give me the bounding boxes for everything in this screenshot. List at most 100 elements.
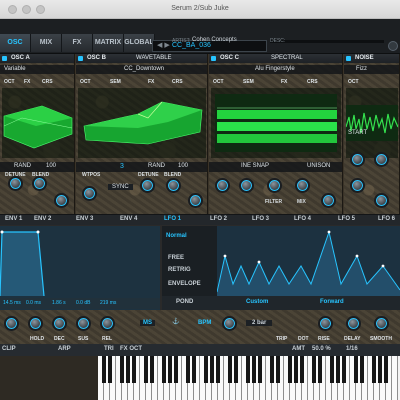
osc-a-detune-knob[interactable]: [8, 176, 23, 191]
tab-lfo-3[interactable]: LFO 3: [252, 216, 269, 225]
lfo-rate-value[interactable]: 2 bar: [246, 320, 273, 326]
piano-black-key[interactable]: [150, 356, 154, 383]
env-release-knob[interactable]: [100, 316, 115, 331]
piano-black-key[interactable]: [186, 356, 190, 383]
osc-b-oct[interactable]: OCT: [80, 79, 91, 85]
piano-black-key[interactable]: [162, 356, 166, 383]
lfo-rate-knob[interactable]: [222, 316, 237, 331]
lfo-delay-knob[interactable]: [346, 316, 361, 331]
piano-black-key[interactable]: [126, 356, 130, 383]
osc-a-oct[interactable]: OCT: [4, 79, 15, 85]
lfo-envelope-toggle[interactable]: ENVELOPE: [168, 281, 201, 287]
piano-black-key[interactable]: [174, 356, 178, 383]
noise-type-name[interactable]: Fizz: [356, 66, 367, 72]
lfo-bpm-toggle[interactable]: BPM: [198, 320, 211, 326]
env-hold-knob[interactable]: [28, 316, 43, 331]
osc-a-crs[interactable]: CRS: [42, 79, 53, 85]
env-ms-toggle[interactable]: MS: [140, 320, 155, 326]
tab-env-4[interactable]: ENV 4: [120, 216, 137, 225]
env-decay-value[interactable]: 1.86 s: [52, 300, 66, 306]
piano-black-key[interactable]: [276, 356, 280, 383]
preset-nav-arrows[interactable]: ◀ ▶: [157, 41, 170, 49]
tab-env-3[interactable]: ENV 3: [76, 216, 93, 225]
osc-c-oct[interactable]: OCT: [213, 79, 224, 85]
lfo-dot-label[interactable]: DOT: [298, 336, 309, 342]
piano-black-key[interactable]: [330, 356, 334, 383]
osc-c-res-knob[interactable]: [239, 178, 254, 193]
piano-black-key[interactable]: [252, 356, 256, 383]
osc-b-type[interactable]: WAVETABLE: [136, 55, 172, 61]
piano-black-key[interactable]: [204, 356, 208, 383]
osc-c-power-toggle[interactable]: [211, 56, 216, 61]
piano-black-key[interactable]: [378, 356, 382, 383]
tab-fx[interactable]: FX: [62, 34, 93, 52]
osc-b-table-name[interactable]: CC_Downtown: [124, 66, 164, 72]
ratio-value[interactable]: 1/16: [346, 346, 358, 352]
osc-b-sync-toggle[interactable]: SYNC: [108, 184, 133, 190]
lfo-smooth-knob[interactable]: [374, 316, 389, 331]
piano-black-key[interactable]: [270, 356, 274, 383]
piano-black-key[interactable]: [192, 356, 196, 383]
osc-b-rand-value[interactable]: 100: [178, 163, 188, 169]
osc-b-blend-knob[interactable]: [166, 178, 181, 193]
osc-c-snap-label[interactable]: INE SNAP: [241, 163, 269, 169]
osc-b-detune-knob[interactable]: [140, 178, 155, 193]
tab-lfo-5[interactable]: LFO 5: [338, 216, 355, 225]
noise-pan-knob[interactable]: [350, 178, 365, 193]
master-volume-bar[interactable]: [270, 40, 384, 43]
env-attack-knob[interactable]: [4, 316, 19, 331]
piano-black-key[interactable]: [384, 356, 388, 383]
tab-lfo-6[interactable]: LFO 6: [378, 216, 395, 225]
env-sustain-value[interactable]: 0.0 dB: [76, 300, 90, 306]
piano-black-key[interactable]: [168, 356, 172, 383]
piano-black-key[interactable]: [234, 356, 238, 383]
osc-b-power-toggle[interactable]: [78, 56, 83, 61]
osc-c-fx[interactable]: FX: [281, 79, 287, 85]
piano-black-key[interactable]: [372, 356, 376, 383]
osc-c-unison-label[interactable]: UNISON: [307, 163, 330, 169]
lfo-free-toggle[interactable]: FREE: [168, 255, 184, 261]
tab-lfo-2[interactable]: LFO 2: [210, 216, 227, 225]
osc-b-crs[interactable]: CRS: [172, 79, 183, 85]
osc-b-wtpos-knob[interactable]: [82, 186, 97, 201]
env-hold-value[interactable]: 0.0 ms: [26, 300, 41, 306]
osc-c-crs[interactable]: CRS: [307, 79, 318, 85]
piano-black-key[interactable]: [300, 356, 304, 383]
tab-matrix[interactable]: MATRIX: [93, 34, 124, 52]
piano-black-key[interactable]: [288, 356, 292, 383]
osc-b-sem[interactable]: SEM: [110, 79, 121, 85]
piano-black-key[interactable]: [360, 356, 364, 383]
env-decay-point[interactable]: [36, 230, 40, 234]
noise-level-knob[interactable]: [374, 193, 389, 208]
osc-c-cut-knob[interactable]: [215, 178, 230, 193]
noise-oct[interactable]: OCT: [348, 79, 359, 85]
piano-black-key[interactable]: [294, 356, 298, 383]
piano-black-key[interactable]: [102, 356, 106, 383]
tab-mix[interactable]: MIX: [31, 34, 62, 52]
lfo-direction-dropdown[interactable]: Forward: [320, 299, 344, 305]
piano-black-key[interactable]: [210, 356, 214, 383]
amount-value[interactable]: 50.0 %: [312, 346, 331, 352]
env-decay-knob[interactable]: [52, 316, 67, 331]
piano-black-key[interactable]: [144, 356, 148, 383]
piano-black-key[interactable]: [246, 356, 250, 383]
osc-b-unison-value[interactable]: 3: [120, 163, 124, 170]
piano-black-key[interactable]: [120, 356, 124, 383]
piano-black-key[interactable]: [216, 356, 220, 383]
env-release-value[interactable]: 219 ms: [100, 300, 116, 306]
piano-black-key[interactable]: [132, 356, 136, 383]
osc-a-fx[interactable]: FX: [24, 79, 30, 85]
piano-black-key[interactable]: [342, 356, 346, 383]
osc-c-filter-knob[interactable]: [267, 178, 282, 193]
env-attack-point[interactable]: [0, 230, 4, 234]
osc-a-rand-value[interactable]: 100: [46, 163, 56, 169]
lfo-custom-dropdown[interactable]: Custom: [246, 299, 268, 305]
tab-env-2[interactable]: ENV 2: [34, 216, 51, 225]
lfo-rise-knob[interactable]: [318, 316, 333, 331]
osc-a-blend-knob[interactable]: [32, 176, 47, 191]
piano-white-key[interactable]: [392, 356, 398, 400]
lfo-anchor-icon[interactable]: ⚓: [172, 318, 179, 325]
osc-c-table-name[interactable]: Alu Fingerstyle: [255, 66, 295, 72]
tab-global[interactable]: GLOBAL: [124, 34, 155, 52]
tab-lfo-4[interactable]: LFO 4: [294, 216, 311, 225]
